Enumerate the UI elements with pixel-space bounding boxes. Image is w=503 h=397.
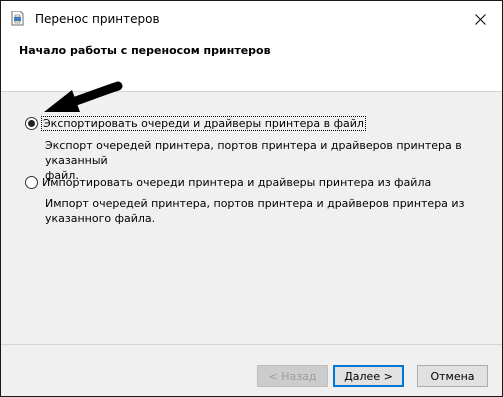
import-option-label[interactable]: Импортировать очереди принтера и драйвер… (42, 176, 431, 189)
import-description-line2: указанного файла. (45, 212, 156, 225)
import-radio[interactable] (25, 176, 38, 189)
close-icon (474, 13, 486, 25)
export-radio[interactable] (25, 117, 38, 130)
page-title: Начало работы с переносом принтеров (19, 44, 271, 57)
import-option[interactable]: Импортировать очереди принтера и драйвер… (25, 176, 431, 189)
printer-migration-window: Перенос принтеров Начало работы с перено… (0, 0, 503, 397)
close-button[interactable] (462, 5, 498, 33)
export-option-label[interactable]: Экспортировать очереди и драйверы принте… (41, 116, 366, 131)
wizard-header: Начало работы с переносом принтеров (1, 37, 502, 92)
import-description-line1: Импорт очередей принтера, портов принтер… (45, 197, 465, 210)
document-printer-icon (11, 11, 24, 26)
back-button[interactable]: < Назад (257, 365, 328, 387)
export-description-line1: Экспорт очередей принтера, портов принте… (45, 139, 462, 167)
next-button[interactable]: Далее > (333, 365, 404, 387)
import-description: Импорт очередей принтера, портов принтер… (45, 196, 475, 226)
window-title: Перенос принтеров (35, 12, 160, 26)
title-bar[interactable]: Перенос принтеров (1, 1, 502, 37)
export-option[interactable]: Экспортировать очереди и драйверы принте… (25, 116, 366, 131)
cancel-button[interactable]: Отмена (417, 365, 488, 387)
footer-divider (1, 344, 502, 345)
